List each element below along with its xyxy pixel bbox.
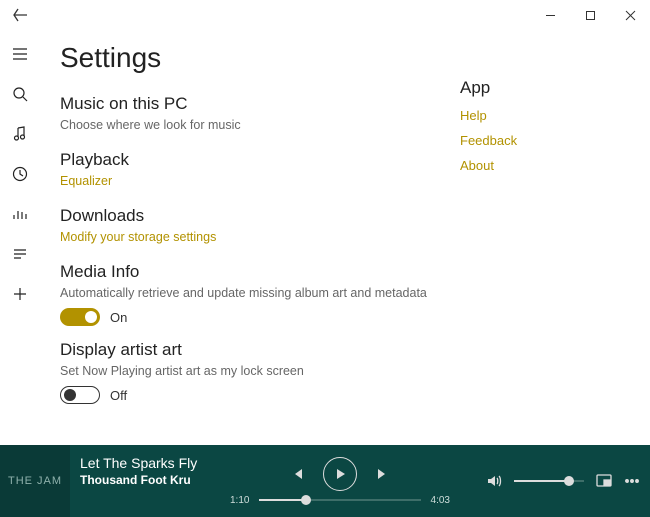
search-icon[interactable] xyxy=(0,74,40,114)
section-music-title: Music on this PC xyxy=(60,94,440,114)
section-playback-title: Playback xyxy=(60,150,440,170)
time-elapsed: 1:10 xyxy=(230,495,249,506)
album-art[interactable]: THE JAM xyxy=(0,445,70,517)
now-playing-icon[interactable] xyxy=(0,194,40,234)
player-bar: THE JAM Let The Sparks Fly Thousand Foot… xyxy=(0,445,650,517)
section-artist-title: Display artist art xyxy=(60,340,440,360)
sidebar xyxy=(0,30,40,517)
volume-icon[interactable] xyxy=(486,473,502,489)
play-button[interactable] xyxy=(323,457,357,491)
time-total: 4:03 xyxy=(431,495,450,506)
progress-slider[interactable] xyxy=(259,499,420,501)
volume-slider[interactable] xyxy=(514,480,584,482)
app-section-title: App xyxy=(460,78,650,98)
equalizer-link[interactable]: Equalizer xyxy=(60,174,440,188)
about-link[interactable]: About xyxy=(460,158,650,173)
recent-icon[interactable] xyxy=(0,154,40,194)
more-icon[interactable] xyxy=(624,473,640,489)
miniplayer-icon[interactable] xyxy=(596,474,612,488)
page-title: Settings xyxy=(60,42,440,74)
section-downloads-title: Downloads xyxy=(60,206,440,226)
section-artist-sub: Set Now Playing artist art as my lock sc… xyxy=(60,364,440,378)
music-note-icon[interactable] xyxy=(0,114,40,154)
section-media-sub: Automatically retrieve and update missin… xyxy=(60,286,440,300)
track-artist: Thousand Foot Kru xyxy=(80,473,202,487)
section-music-sub: Choose where we look for music xyxy=(60,118,440,132)
section-media-title: Media Info xyxy=(60,262,440,282)
next-button[interactable] xyxy=(375,466,391,482)
artist-art-toggle[interactable] xyxy=(60,386,100,404)
artist-art-toggle-label: Off xyxy=(110,388,127,403)
playlists-icon[interactable] xyxy=(0,234,40,274)
previous-button[interactable] xyxy=(289,466,305,482)
media-info-toggle-label: On xyxy=(110,310,127,325)
back-button[interactable] xyxy=(0,0,40,30)
storage-settings-link[interactable]: Modify your storage settings xyxy=(60,230,440,244)
hamburger-icon[interactable] xyxy=(0,34,40,74)
new-playlist-icon[interactable] xyxy=(0,274,40,314)
feedback-link[interactable]: Feedback xyxy=(460,133,650,148)
maximize-button[interactable] xyxy=(570,0,610,30)
track-title: Let The Sparks Fly xyxy=(80,455,202,471)
minimize-button[interactable] xyxy=(530,0,570,30)
album-art-text: THE JAM xyxy=(8,475,62,487)
media-info-toggle[interactable] xyxy=(60,308,100,326)
close-button[interactable] xyxy=(610,0,650,30)
help-link[interactable]: Help xyxy=(460,108,650,123)
